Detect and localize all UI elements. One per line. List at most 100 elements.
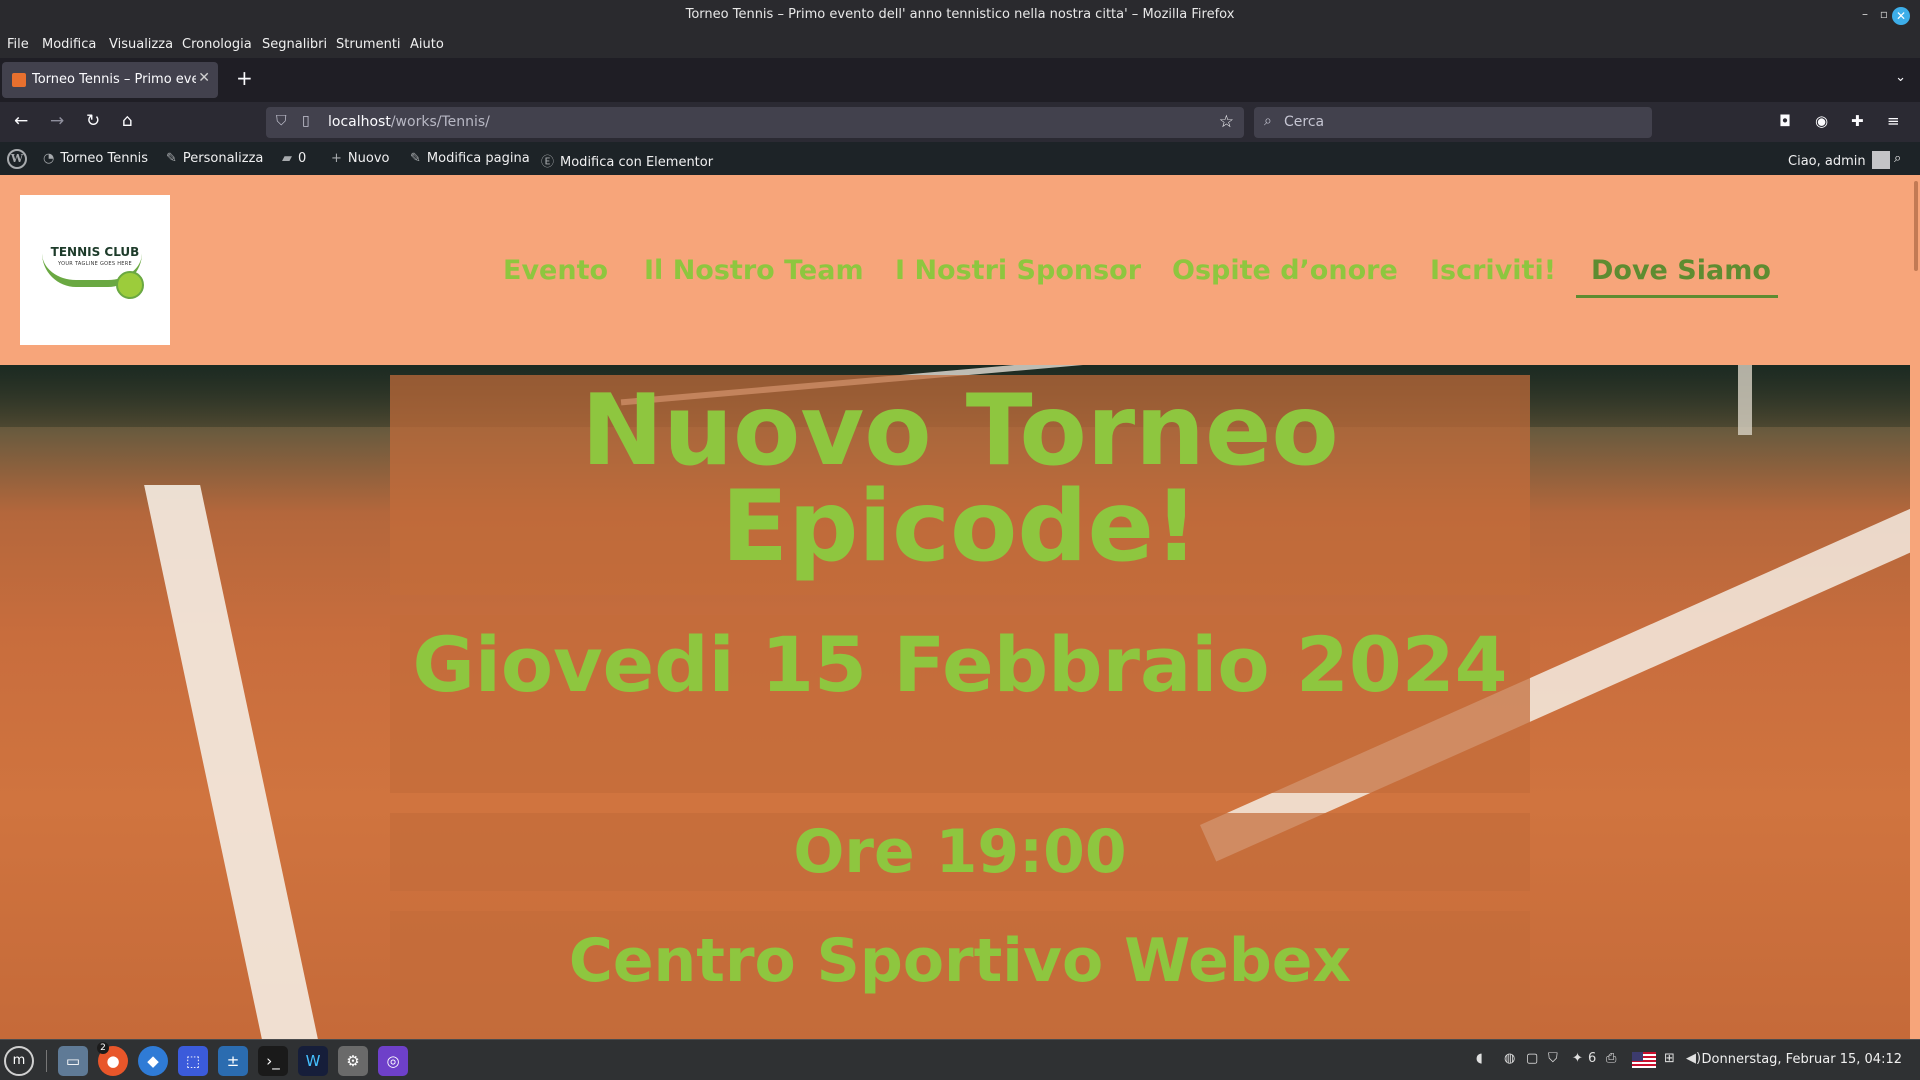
start-menu-icon[interactable]: m (4, 1046, 34, 1076)
wp-search-icon[interactable]: ⌕ (1894, 151, 1901, 166)
menu-visualizza[interactable]: Visualizza (109, 37, 173, 52)
github-desktop-icon[interactable]: ◎ (378, 1046, 408, 1076)
firefox-window-count-badge: 2 (97, 1042, 109, 1054)
background-court-line-left (144, 485, 332, 1039)
site-logo[interactable]: TENNIS CLUB YOUR TAGLINE GOES HERE (20, 195, 170, 345)
url-host: localhost (328, 114, 391, 130)
avatar (1871, 151, 1890, 169)
close-tab-icon[interactable]: ✕ (198, 70, 210, 86)
window-titlebar: Torneo Tennis – Primo evento dell' anno … (0, 0, 1920, 32)
wp-site-name[interactable]: ◔ Torneo Tennis (43, 151, 148, 166)
reload-button[interactable]: ↻ (86, 111, 100, 131)
extensions-icon[interactable]: ✚ (1851, 112, 1864, 130)
wp-admin-bar: W ◔ Torneo Tennis ✎ Personalizza ▰ 0 + Nuovo… (0, 142, 1920, 175)
tab-label: Torneo Tennis – Primo evento dell' anno … (32, 72, 196, 87)
taskbar-clock[interactable]: Donnerstag, Februar 15, 04:12 (1702, 1052, 1902, 1067)
elementor-icon: Ⓔ (541, 155, 555, 170)
volume-tray-icon[interactable]: ◀) (1686, 1051, 1701, 1066)
logo-tagline: YOUR TAGLINE GOES HERE (58, 261, 132, 267)
hero-time: Ore 19:00 (390, 813, 1530, 891)
minimize-button[interactable]: – (1862, 7, 1868, 21)
url-path: /works/Tennis/ (390, 114, 490, 130)
screenshot-tool-icon[interactable]: ⬚ (178, 1046, 208, 1076)
account-icon[interactable]: ◉ (1815, 112, 1828, 130)
nav-dove-siamo[interactable]: Dove Siamo (1591, 255, 1771, 286)
wp-customize-label: Personalizza (182, 151, 264, 166)
nav-ospite-donore[interactable]: Ospite d’onore (1172, 255, 1398, 286)
wp-edit-elementor[interactable]: Ⓔ Modifica con Elementor (541, 151, 713, 170)
menu-strumenti[interactable]: Strumenti (336, 37, 401, 52)
home-button[interactable]: ⌂ (122, 111, 133, 131)
wp-comments-count: 0 (298, 151, 307, 166)
address-bar[interactable]: ⛉ ▯ localhost/works/Tennis/ ☆ (266, 107, 1244, 138)
tracking-protection-shield-icon[interactable]: ⛉ (276, 113, 287, 129)
back-button[interactable]: ← (14, 111, 28, 131)
forward-button[interactable]: → (50, 111, 64, 131)
wp-my-account[interactable]: Ciao, admin (1788, 151, 1890, 169)
list-all-tabs-button[interactable]: ⌄ (1895, 70, 1906, 85)
notifications-count: 6 (1588, 1051, 1597, 1066)
close-window-button[interactable]: ✕ (1892, 7, 1910, 25)
dashboard-icon: ◔ (43, 151, 55, 166)
maximize-button[interactable]: ▫ (1880, 7, 1888, 21)
site-header: TENNIS CLUB YOUR TAGLINE GOES HERE Event… (0, 175, 1920, 365)
pencil-icon: ✎ (410, 151, 421, 166)
hero-section: Nuovo Torneo Epicode! Giovedi 15 Febbrai… (0, 365, 1920, 1039)
desktop-screen: Torneo Tennis – Primo evento dell' anno … (0, 0, 1920, 1080)
printer-tray-icon[interactable]: ⎙ (1606, 1051, 1616, 1066)
brush-icon: ✎ (166, 151, 177, 166)
url-text[interactable]: localhost/works/Tennis/ (328, 114, 490, 130)
wordpress-logo-icon[interactable]: W (7, 149, 27, 169)
nav-evento[interactable]: Evento (503, 255, 608, 286)
wp-new-label: Nuovo (347, 151, 390, 166)
menu-aiuto[interactable]: Aiuto (410, 37, 444, 52)
wp-greeting: Ciao, admin (1788, 154, 1866, 169)
keyboard-layout-flag-icon[interactable] (1632, 1052, 1656, 1068)
navigation-toolbar: ← → ↻ ⌂ ⛉ ▯ localhost/works/Tennis/ ☆ ⌕ … (0, 102, 1920, 142)
new-tab-button[interactable]: + (236, 66, 253, 90)
notifications-tray-icon[interactable]: ✦ (1572, 1051, 1583, 1066)
tennis-ball-icon (116, 271, 144, 299)
page-scrollbar[interactable] (1910, 175, 1920, 1039)
pocket-icon[interactable]: ◘ (1779, 112, 1791, 130)
calculator-icon[interactable]: ± (218, 1046, 248, 1076)
wp-new[interactable]: + Nuovo (331, 151, 389, 166)
menu-cronologia[interactable]: Cronologia (182, 37, 252, 52)
bookmark-star-icon[interactable]: ☆ (1219, 112, 1234, 132)
terminal-icon[interactable]: ›_ (258, 1046, 288, 1076)
search-bar[interactable]: ⌕ Cerca (1254, 107, 1652, 138)
wp-edit-page[interactable]: ✎ Modifica pagina (410, 151, 530, 166)
webstorm-icon[interactable]: W (298, 1046, 328, 1076)
menu-file[interactable]: File (7, 37, 29, 52)
background-net-post (1738, 365, 1752, 435)
hero-title: Nuovo Torneo Epicode! (390, 375, 1530, 595)
discord-tray-icon[interactable]: ◖ (1476, 1051, 1483, 1066)
hamburger-menu-icon[interactable]: ≡ (1887, 112, 1900, 130)
wp-edit-page-label: Modifica pagina (426, 151, 530, 166)
wp-comments[interactable]: ▰ 0 (282, 151, 306, 166)
settings-gear-icon[interactable]: ⚙ (338, 1046, 368, 1076)
menu-bar: File Modifica Visualizza Cronologia Segn… (0, 32, 1920, 58)
nav-i-nostri-sponsor[interactable]: I Nostri Sponsor (895, 255, 1141, 286)
clipboard-tray-icon[interactable]: ▢ (1526, 1051, 1538, 1066)
taskbar: m ▭ ● 2 ◆ ⬚ ± ›_ W ⚙ ◎ ◖ ◍ ▢ ⛉ ✦ 6 ⎙ ⊞ ◀… (0, 1039, 1920, 1080)
shield-tray-icon[interactable]: ⛉ (1548, 1051, 1558, 1066)
tab-torneo-tennis[interactable]: Torneo Tennis – Primo evento dell' anno … (2, 62, 218, 98)
window-title: Torneo Tennis – Primo evento dell' anno … (685, 7, 1235, 22)
page-info-icon[interactable]: ▯ (302, 113, 310, 129)
website-viewport: TENNIS CLUB YOUR TAGLINE GOES HERE Event… (0, 175, 1920, 1039)
nav-il-nostro-team[interactable]: Il Nostro Team (644, 255, 864, 286)
mail-client-icon[interactable]: ◆ (138, 1046, 168, 1076)
wp-edit-elementor-label: Modifica con Elementor (560, 155, 714, 170)
files-icon[interactable]: ▭ (58, 1046, 88, 1076)
scrollbar-thumb[interactable] (1914, 181, 1918, 271)
wp-customize[interactable]: ✎ Personalizza (166, 151, 263, 166)
tray-app-icon[interactable]: ◍ (1504, 1051, 1515, 1066)
menu-modifica[interactable]: Modifica (42, 37, 96, 52)
nav-iscriviti[interactable]: Iscriviti! (1430, 255, 1556, 286)
network-tray-icon[interactable]: ⊞ (1664, 1051, 1675, 1066)
taskbar-separator (46, 1050, 47, 1072)
menu-segnalibri[interactable]: Segnalibri (262, 37, 327, 52)
search-icon: ⌕ (1264, 113, 1272, 129)
tab-bar: Torneo Tennis – Primo evento dell' anno … (0, 58, 1920, 102)
